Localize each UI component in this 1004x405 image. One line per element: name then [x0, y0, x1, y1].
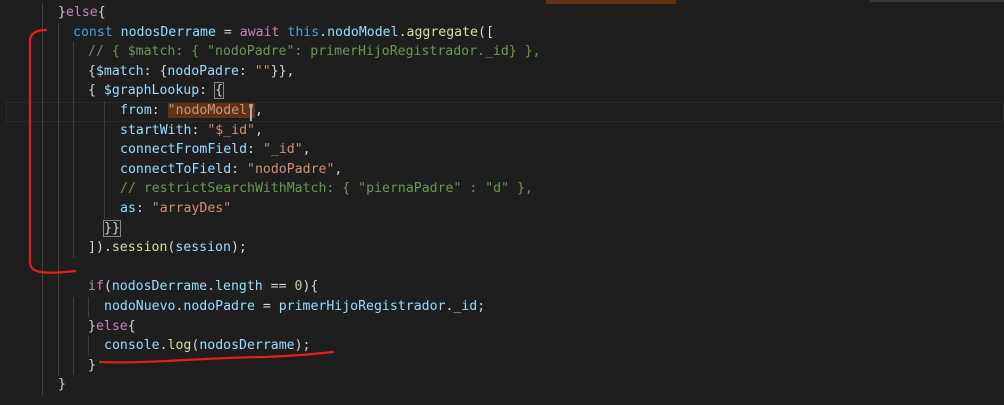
code-token: .	[319, 24, 328, 40]
code-token: connectFromField	[120, 142, 248, 158]
code-token: ,	[302, 142, 311, 158]
code-token: (	[103, 279, 112, 295]
code-token: );	[294, 338, 311, 354]
code-token: }	[58, 377, 66, 393]
code-token: .	[159, 338, 168, 354]
code-token: }	[88, 318, 96, 334]
code-token: as	[120, 201, 136, 216]
code-token: aggregate	[406, 24, 478, 40]
code-editor[interactable]: }else{const nodosDerrame = await this.no…	[0, 0, 1004, 405]
code-line[interactable]	[0, 258, 1004, 278]
code-token: nodoModel	[327, 24, 399, 40]
code-token: "arrayDes"	[151, 201, 232, 216]
code-token: ""	[254, 63, 271, 79]
code-token: else	[65, 5, 98, 20]
code-token: }}	[103, 219, 121, 237]
code-token: nodosDerrame	[111, 279, 208, 295]
code-token: from	[120, 103, 152, 118]
code-token: =	[215, 24, 240, 40]
code-token: connectToField	[120, 161, 232, 177]
code-token: $match	[95, 63, 144, 79]
code-line[interactable]: }	[0, 375, 1004, 395]
code-token: }	[88, 357, 96, 373]
code-token: =	[254, 299, 279, 314]
code-token: _id	[453, 299, 478, 314]
code-line[interactable]: ]).session(session);	[0, 238, 1004, 258]
text-cursor	[250, 104, 252, 121]
code-token: log	[167, 338, 192, 354]
code-line[interactable]: }else{	[0, 317, 1004, 337]
code-token: {	[127, 318, 136, 334]
code-token: length	[215, 279, 263, 295]
code-token: ){	[302, 279, 319, 295]
code-line[interactable]: connectFromField: "_id",	[0, 140, 1004, 160]
code-token: primerHijoRegistrador	[278, 299, 446, 314]
code-token: "$_id"	[207, 122, 255, 138]
code-token: :	[151, 103, 168, 118]
code-line[interactable]: nodoNuevo.nodoPadre = primerHijoRegistra…	[0, 297, 1004, 317]
code-line[interactable]: }	[0, 356, 1004, 376]
code-token: if	[88, 279, 104, 295]
code-token: console	[104, 338, 160, 354]
code-token: :	[238, 63, 255, 79]
code-token: startWith	[120, 122, 192, 138]
code-line[interactable]: if(nodosDerrame.length == 0){	[0, 277, 1004, 297]
code-token: );	[230, 240, 247, 256]
code-token: ([	[478, 24, 494, 40]
code-token: :	[191, 122, 208, 138]
code-line[interactable]: // { $match: { "nodoPadre": primerHijoRe…	[0, 42, 1004, 62]
code-token: "nodoModel"	[167, 103, 255, 118]
code-token: "_id"	[262, 142, 303, 158]
code-token: nodoNuevo	[104, 299, 176, 314]
code-line[interactable]: as: "arrayDes"	[0, 199, 1004, 219]
code-line[interactable]: from: "nodoModel",	[0, 101, 1004, 121]
code-token: {	[88, 83, 104, 99]
code-line[interactable]: // restrictSearchWithMatch: { "piernaPad…	[0, 179, 1004, 199]
code-token: session	[175, 240, 231, 256]
code-token: await	[239, 24, 288, 40]
code-token: }},	[270, 63, 295, 79]
code-line[interactable]: console.log(nodosDerrame);	[0, 336, 1004, 356]
code-token: {	[214, 82, 225, 100]
code-token: ,	[255, 103, 263, 118]
code-token: {	[88, 63, 96, 79]
code-token: // { $match: { "nodoPadre": primerHijoRe…	[88, 44, 541, 60]
code-line[interactable]: const nodosDerrame = await this.nodoMode…	[0, 23, 1004, 43]
code-token: ;	[477, 299, 486, 314]
code-token: ,	[255, 122, 263, 138]
code-line[interactable]: }else{	[0, 3, 1004, 23]
scrolled-line-fragment-2	[870, 0, 1004, 2]
code-line[interactable]: {$match: {nodoPadre: ""}},	[0, 62, 1004, 82]
code-line[interactable]: startWith: "$_id",	[0, 121, 1004, 141]
code-token: nodoPadre	[183, 299, 255, 314]
code-line[interactable]: }}	[0, 219, 1004, 239]
code-token: .	[207, 279, 216, 295]
code-token: }	[58, 5, 66, 20]
code-token: ]).	[88, 240, 112, 256]
code-token: // restrictSearchWithMatch: { "piernaPad…	[120, 181, 533, 197]
code-token: nodosDerrame	[120, 24, 216, 40]
code-line[interactable]: { $graphLookup: {	[0, 81, 1004, 101]
code-token: :	[199, 83, 216, 99]
code-token: else	[95, 318, 128, 334]
code-token: "nodoPadre"	[247, 161, 335, 177]
code-token: : {	[143, 63, 168, 79]
code-token: ==	[262, 279, 295, 295]
code-token: this	[287, 24, 320, 40]
code-token: nodosDerrame	[199, 338, 295, 354]
code-token: :	[135, 201, 152, 216]
code-token: .	[398, 24, 407, 40]
code-token: ,	[334, 161, 343, 177]
code-line[interactable]: connectToField: "nodoPadre",	[0, 160, 1004, 180]
code-token: :	[231, 161, 248, 177]
code-token: :	[247, 142, 263, 158]
code-token: session	[111, 240, 168, 256]
code-token: nodoPadre	[167, 63, 239, 79]
code-token: const	[73, 24, 121, 40]
code-token: {	[97, 5, 106, 20]
code-token: $graphLookup	[103, 83, 200, 99]
